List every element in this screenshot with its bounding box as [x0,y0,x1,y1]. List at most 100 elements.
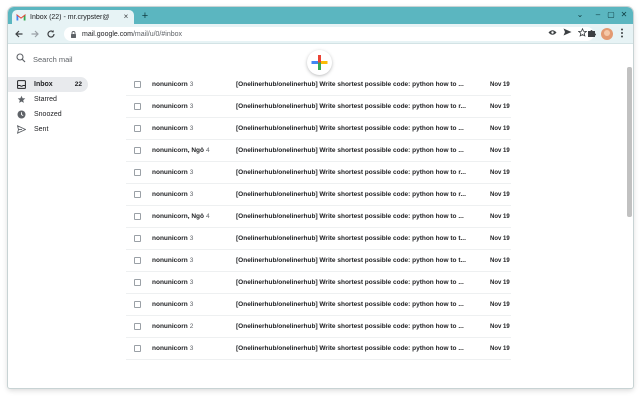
thread-count: 3 [189,191,194,198]
email-row[interactable]: nonunicorn 3 [Onelinerhub/onelinerhub] Wr… [126,250,511,272]
email-date: Nov 19 [490,345,510,352]
select-checkbox[interactable] [134,235,141,242]
email-row[interactable]: nonunicorn 2 [Onelinerhub/onelinerhub] Wr… [126,316,511,338]
select-checkbox[interactable] [134,279,141,286]
sidebar-item-sent[interactable]: Sent [8,122,88,137]
extensions-icon[interactable] [586,28,598,40]
email-row[interactable]: nonunicorn 3 [Onelinerhub/onelinerhub] Wr… [126,184,511,206]
email-row[interactable]: nonunicorn 3 [Onelinerhub/onelinerhub] Wr… [126,118,511,140]
email-subject: [Onelinerhub/onelinerhub] Write shortest… [236,235,466,242]
select-checkbox[interactable] [134,257,141,264]
compose-button[interactable] [307,50,332,75]
email-sender: nonunicorn 3 [152,345,236,352]
gmail-icon [16,13,26,21]
star-icon [17,95,26,104]
sender-name: nonunicorn [152,125,188,132]
menu-kebab-icon[interactable] [616,28,628,40]
email-subject: [Onelinerhub/onelinerhub] Write shortest… [236,323,464,330]
email-date: Nov 19 [490,301,510,308]
sender-name: nonunicorn [152,81,188,88]
close-window-icon[interactable]: ✕ [618,9,630,21]
email-row[interactable]: nonunicorn 3 [Onelinerhub/onelinerhub] Wr… [126,272,511,294]
email-date: Nov 19 [490,169,510,176]
email-sender: nonunicorn 3 [152,125,236,132]
select-checkbox[interactable] [134,191,141,198]
search-input[interactable] [33,53,283,65]
thread-count: 3 [189,235,194,242]
tab-inbox[interactable]: Inbox (22) - mr.crypster@ × [12,10,134,24]
thread-count: 4 [206,147,210,154]
email-subject: [Onelinerhub/onelinerhub] Write shortest… [236,125,464,132]
email-row[interactable]: nonunicorn, Ngô 4 [Onelinerhub/onelinerhu… [126,140,511,162]
forward-arrow-icon[interactable] [29,28,41,40]
compose-plus-icon [311,55,328,70]
select-checkbox[interactable] [134,323,141,330]
email-sender: nonunicorn 3 [152,301,236,308]
email-date: Nov 19 [490,213,510,220]
search-icon[interactable] [16,53,26,63]
tab-close-icon[interactable]: × [122,13,130,21]
select-checkbox[interactable] [134,81,141,88]
sender-name: nonunicorn [152,169,188,176]
sender-name: nonunicorn [152,103,188,110]
email-subject: [Onelinerhub/onelinerhub] Write shortest… [236,191,466,198]
eye-icon[interactable] [546,28,558,40]
select-checkbox[interactable] [134,345,141,352]
url-path: /mail/u/0/#inbox [132,30,182,38]
profile-avatar[interactable] [601,28,613,40]
scrollbar[interactable] [627,67,632,217]
minimize-icon[interactable]: – [592,9,604,21]
email-subject: [Onelinerhub/onelinerhub] Write shortest… [236,213,464,220]
email-row[interactable]: nonunicorn 3 [Onelinerhub/onelinerhub] Wr… [126,294,511,316]
email-sender: nonunicorn 3 [152,191,236,198]
email-date: Nov 19 [490,81,510,88]
sidebar-item-label: Snoozed [34,111,62,118]
maximize-icon[interactable]: ▢ [605,9,617,21]
email-date: Nov 19 [490,279,510,286]
share-icon[interactable] [561,28,573,40]
email-row[interactable]: nonunicorn 3 [Onelinerhub/onelinerhub] Wr… [126,74,511,96]
sidebar-item-label: Sent [34,126,49,133]
thread-count: 3 [189,125,194,132]
thread-count: 3 [189,81,194,88]
email-sender: nonunicorn 3 [152,81,236,88]
thread-count: 3 [189,345,194,352]
reload-icon[interactable] [45,28,57,40]
thread-count: 3 [189,169,194,176]
sender-name: nonunicorn [152,257,188,264]
browser-toolbar: mail.google.com/mail/u/0/#inbox [8,24,633,44]
email-row[interactable]: nonunicorn, Ngô 4 [Onelinerhub/onelinerhu… [126,206,511,228]
select-checkbox[interactable] [134,301,141,308]
email-subject: [Onelinerhub/onelinerhub] Write shortest… [236,103,466,110]
thread-count: 3 [189,279,194,286]
email-row[interactable]: nonunicorn 3 [Onelinerhub/onelinerhub] Wr… [126,96,511,118]
sidebar-item-snoozed[interactable]: Snoozed [8,107,88,122]
select-checkbox[interactable] [134,125,141,132]
gmail-sidebar: Inbox 22 Starred Snoozed Sent [8,77,90,137]
select-checkbox[interactable] [134,147,141,154]
email-date: Nov 19 [490,191,510,198]
sender-name: nonunicorn, Ngô [152,213,204,220]
sender-name: nonunicorn [152,279,188,286]
address-bar[interactable]: mail.google.com/mail/u/0/#inbox [64,27,594,41]
tab-search-icon[interactable]: ⌄ [574,9,586,21]
sidebar-item-inbox[interactable]: Inbox 22 [8,77,88,92]
sender-name: nonunicorn [152,323,188,330]
back-arrow-icon[interactable] [13,28,25,40]
email-row[interactable]: nonunicorn 3 [Onelinerhub/onelinerhub] Wr… [126,338,511,360]
sender-name: nonunicorn [152,235,188,242]
email-subject: [Onelinerhub/onelinerhub] Write shortest… [236,169,466,176]
email-date: Nov 19 [490,323,510,330]
select-checkbox[interactable] [134,213,141,220]
email-date: Nov 19 [490,235,510,242]
new-tab-button[interactable]: + [139,10,151,22]
sidebar-item-starred[interactable]: Starred [8,92,88,107]
select-checkbox[interactable] [134,103,141,110]
select-checkbox[interactable] [134,169,141,176]
url-domain: mail.google.com [82,30,133,38]
thread-count: 3 [189,103,194,110]
email-row[interactable]: nonunicorn 3 [Onelinerhub/onelinerhub] Wr… [126,162,511,184]
email-row[interactable]: nonunicorn 3 [Onelinerhub/onelinerhub] Wr… [126,228,511,250]
thread-count: 3 [189,301,194,308]
url-text: mail.google.com/mail/u/0/#inbox [82,31,543,38]
